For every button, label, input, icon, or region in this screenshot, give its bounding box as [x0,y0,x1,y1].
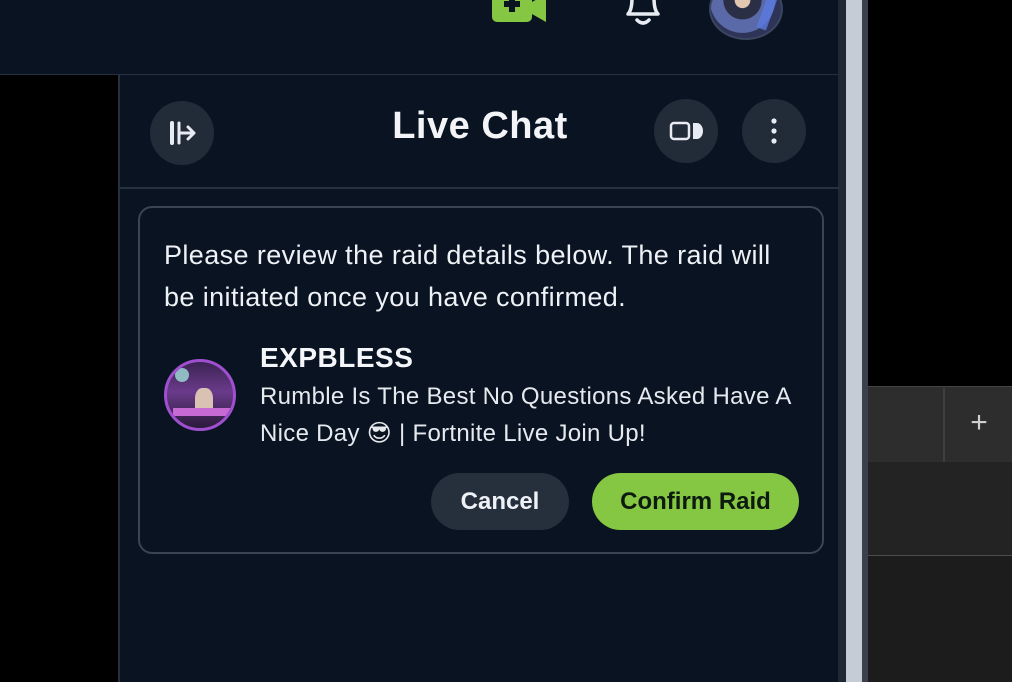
scrollbar-track[interactable] [846,0,862,682]
chat-mode-toggle-icon [669,121,703,141]
cancel-button[interactable]: Cancel [431,473,569,530]
stream-title: Rumble Is The Best No Questions Asked Ha… [260,383,791,447]
raid-instructions: Please review the raid details below. Th… [164,240,771,312]
new-tab-button[interactable]: + [962,404,996,442]
more-options-button[interactable] [742,99,806,163]
go-live-camera-icon[interactable] [492,0,546,22]
tab-separator [943,388,945,462]
screen: + Live Chat Please review the raid detai… [0,0,1012,682]
confirm-raid-button[interactable]: Confirm Raid [592,473,799,530]
notifications-bell-icon[interactable] [620,0,666,28]
pop-out-exit-icon [170,121,196,145]
chat-title: Live Chat [392,105,568,147]
streamer-avatar [164,359,236,431]
live-chat-panel: Live Chat Please review the raid details… [118,75,840,682]
background-toolbar [868,462,1012,556]
streamer-name: EXPBLESS [260,342,414,373]
avatar-light-decoration [175,368,189,382]
raid-confirmation-card: Please review the raid details below. Th… [138,206,824,554]
more-vertical-icon [771,118,777,144]
chat-mode-button[interactable] [654,99,718,163]
top-header-bar [0,0,838,75]
exit-chat-button[interactable] [150,101,214,165]
avatar-desk [173,408,233,416]
chat-header: Live Chat [120,75,840,189]
user-avatar[interactable] [709,0,783,40]
